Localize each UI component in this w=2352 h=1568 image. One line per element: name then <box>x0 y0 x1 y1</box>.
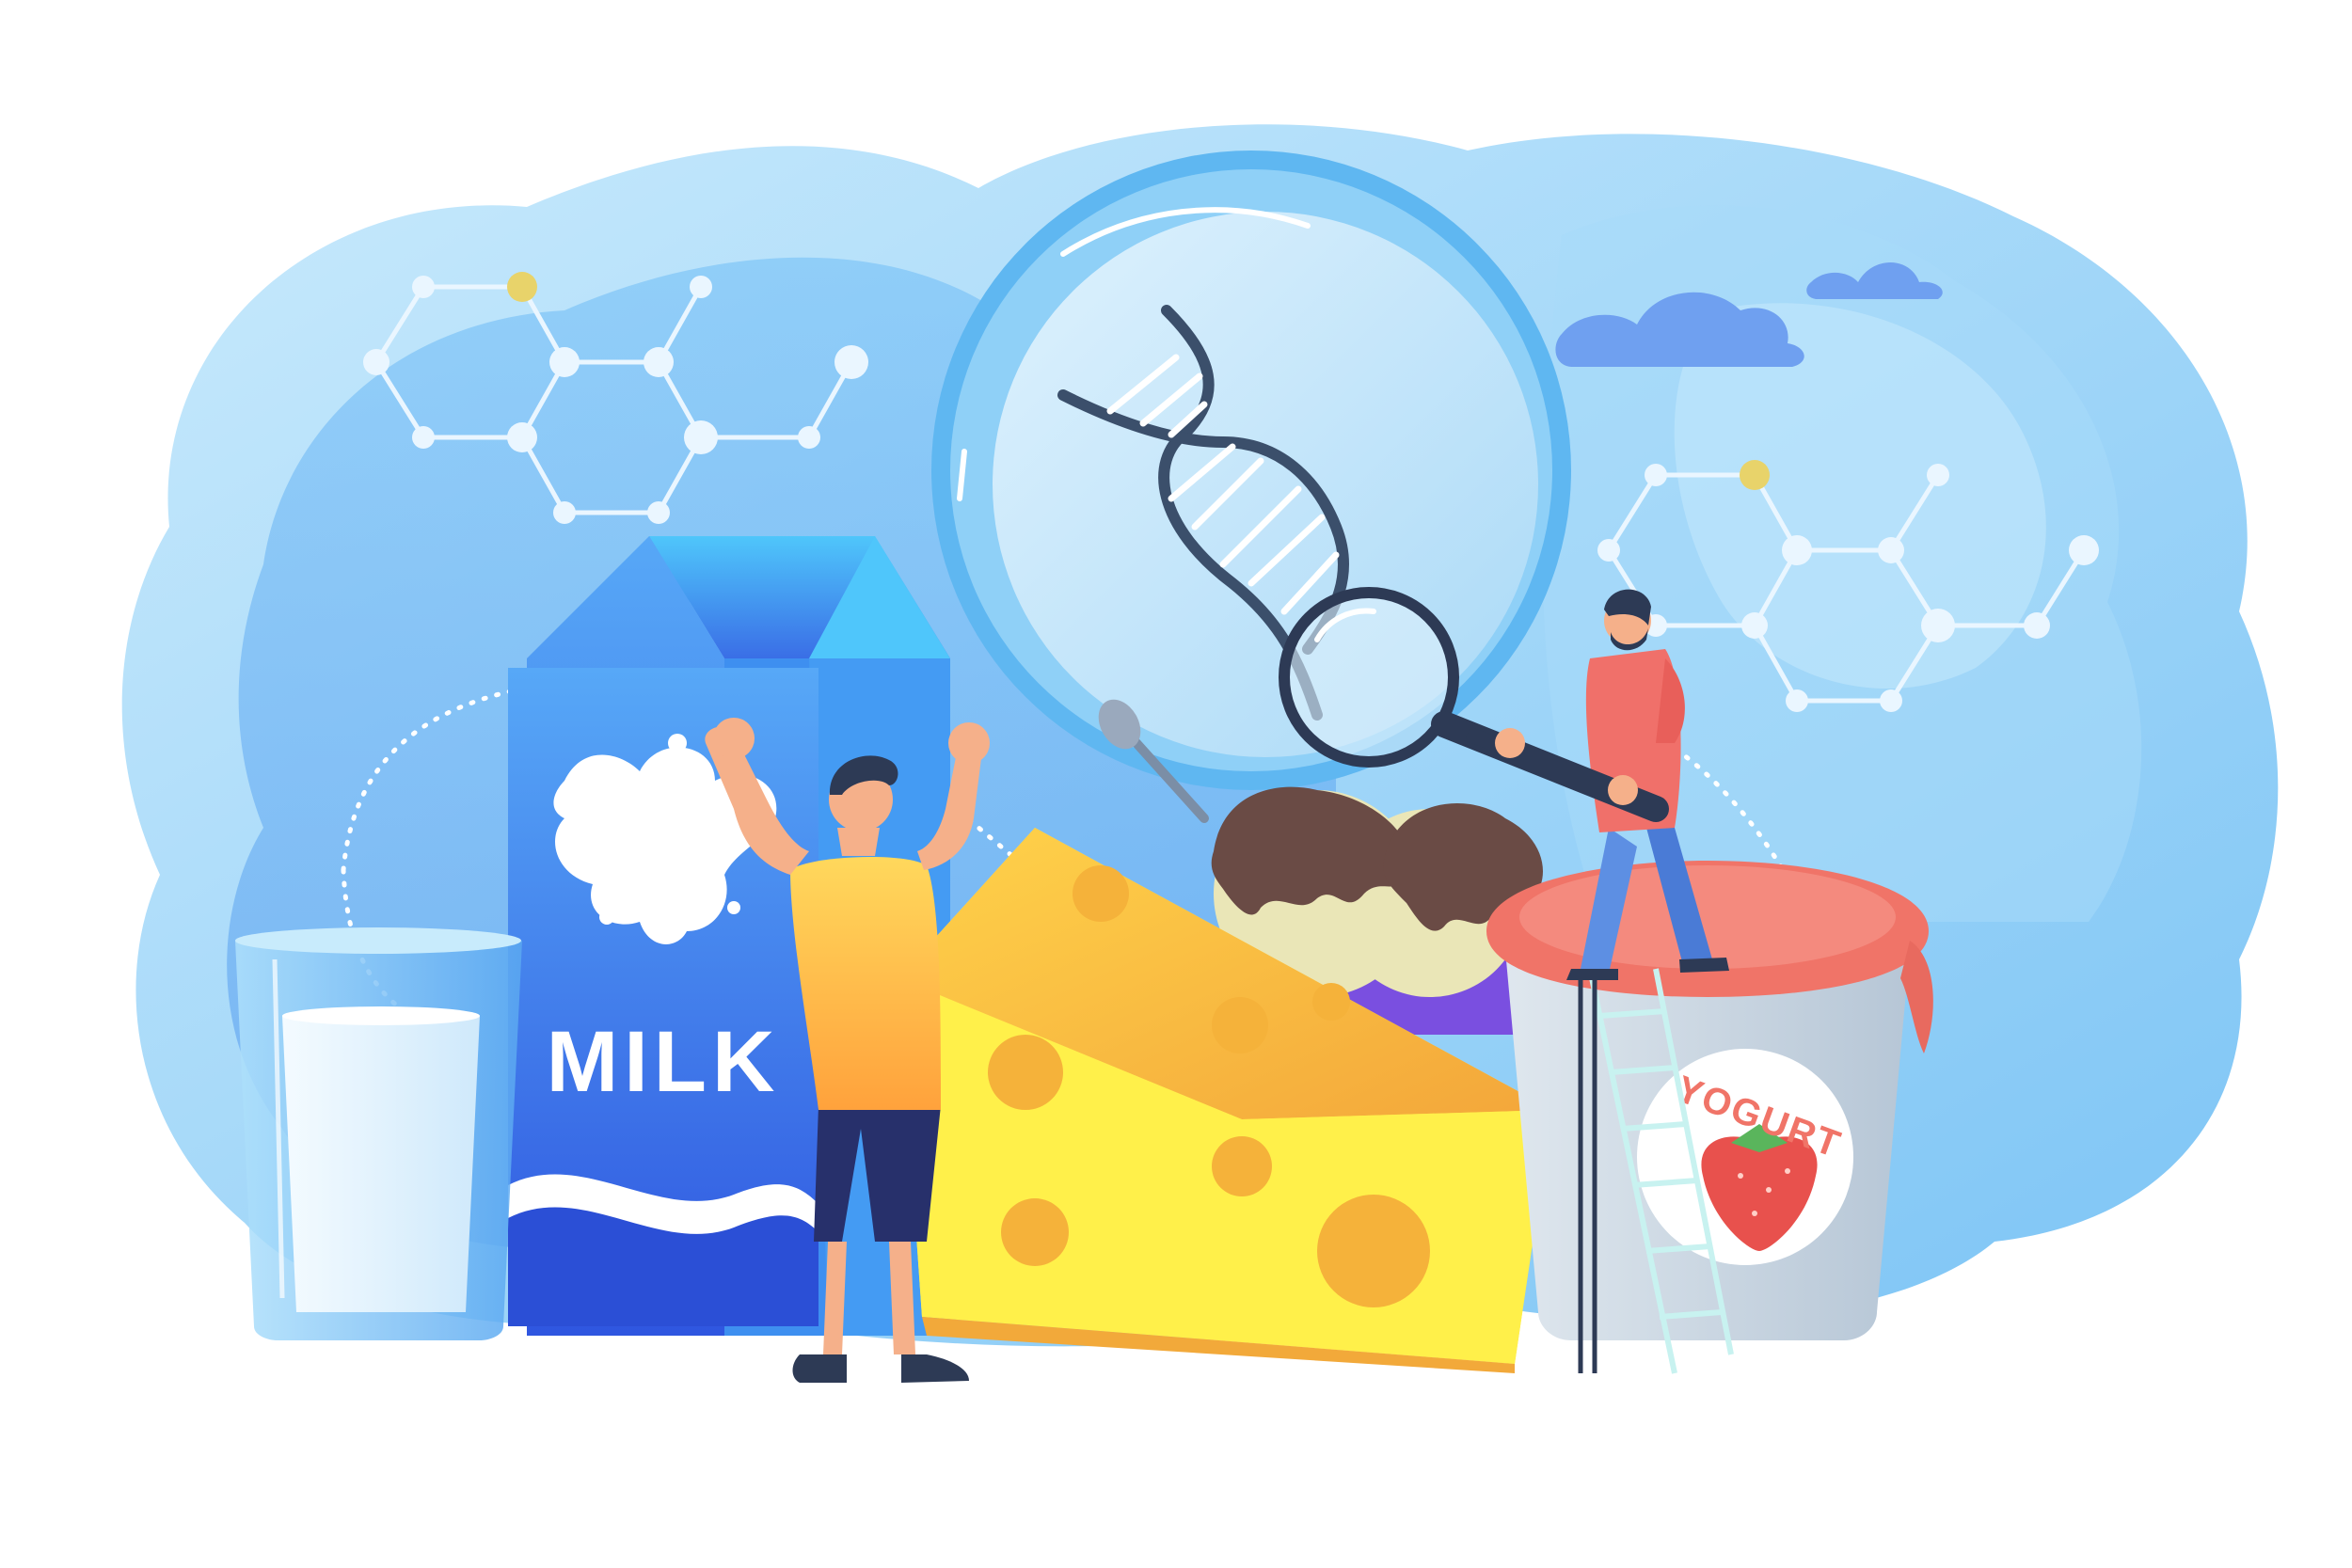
dairy-nutrition-illustration: MILK YOGURT <box>0 0 2352 1568</box>
milk-label: MILK <box>547 1014 781 1110</box>
milk-glass <box>235 927 522 1340</box>
